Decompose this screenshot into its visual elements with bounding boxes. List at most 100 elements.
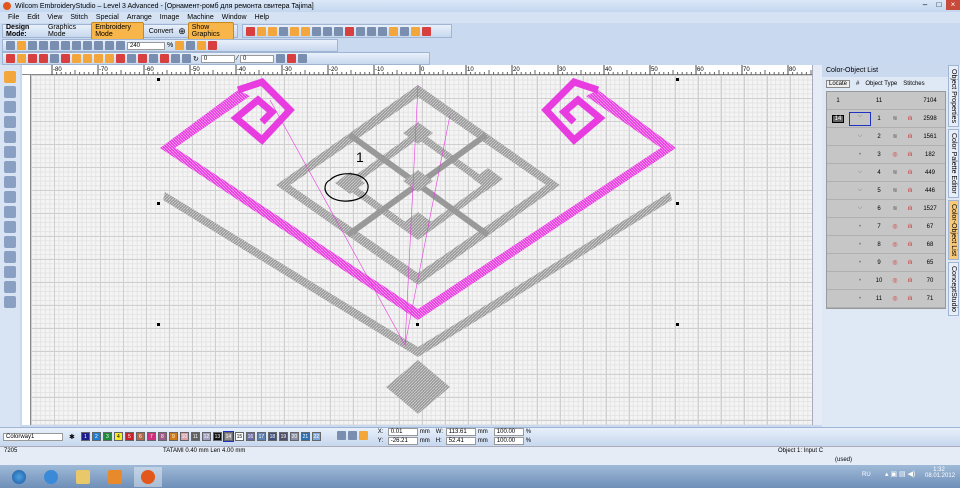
dots-icon[interactable] xyxy=(378,26,387,36)
width-percent-input[interactable]: 100.00 xyxy=(493,428,524,436)
satin-tool-icon[interactable] xyxy=(4,131,16,143)
tool-icon[interactable] xyxy=(301,26,310,36)
run-icon[interactable] xyxy=(279,26,288,36)
color-swatch-10[interactable]: 10 xyxy=(179,432,189,441)
object-row[interactable]: ⌵ 5 ≋ ılı 446 xyxy=(827,182,945,200)
design-canvas[interactable]: 1 xyxy=(31,75,812,425)
color-swatch-6[interactable]: 6 xyxy=(135,432,145,441)
tray-icons[interactable]: ▴ ▣ ▤ ◀) xyxy=(885,470,915,478)
copy-icon[interactable] xyxy=(72,41,81,50)
tool-icon[interactable] xyxy=(4,266,16,278)
grid-icon[interactable] xyxy=(312,26,321,36)
tool-icon[interactable] xyxy=(175,41,185,50)
object-row[interactable]: ⌵ 2 ≋ ılı 1561 xyxy=(827,128,945,146)
color-swatch-1[interactable]: 1 xyxy=(80,432,90,441)
tool-icon[interactable] xyxy=(367,26,376,36)
monogram-tool-icon[interactable] xyxy=(4,236,16,248)
tool-icon[interactable] xyxy=(345,26,354,36)
tab-object-properties[interactable]: Object Properties xyxy=(948,65,959,128)
select-tool-icon[interactable] xyxy=(4,71,16,83)
stitch-type-icon[interactable] xyxy=(138,54,147,63)
color-swatch-18[interactable]: 18 xyxy=(267,432,277,441)
x-input[interactable]: 0.01 xyxy=(387,428,418,436)
explorer-icon[interactable] xyxy=(70,467,96,487)
tab-conceptstudio[interactable]: ConceptStudio xyxy=(948,261,959,316)
color-swatch-11[interactable]: 11 xyxy=(190,432,200,441)
embroidery-mode-button[interactable]: Embroidery Mode xyxy=(91,22,144,40)
slant-icon[interactable]: ⁄ xyxy=(237,55,238,62)
tool-icon[interactable] xyxy=(290,26,299,36)
tool-icon[interactable] xyxy=(287,54,297,63)
color-swatch-8[interactable]: 8 xyxy=(157,432,167,441)
save-icon[interactable] xyxy=(28,41,37,50)
menu-stitch[interactable]: Stitch xyxy=(70,14,88,21)
close-button[interactable]: × xyxy=(946,0,960,10)
menu-view[interactable]: View xyxy=(47,14,62,21)
new-icon[interactable] xyxy=(6,41,15,50)
stitch-type-icon[interactable] xyxy=(39,54,48,63)
tool-icon[interactable] xyxy=(276,54,286,63)
show-graphics-button[interactable]: Show Graphics xyxy=(187,22,234,40)
tool-icon[interactable] xyxy=(298,54,308,63)
mirror-icon[interactable] xyxy=(171,54,180,63)
pen-tool-icon[interactable] xyxy=(4,101,16,113)
rotate-angle-input[interactable]: 0 xyxy=(200,54,235,63)
object-row[interactable]: • 8 ◎ ılı 68 xyxy=(827,236,945,254)
tool-icon[interactable] xyxy=(389,26,398,36)
fill-tool-icon[interactable] xyxy=(4,146,16,158)
color-swatch-16[interactable]: 16 xyxy=(245,432,255,441)
object-row[interactable]: • 9 ◎ ılı 65 xyxy=(827,254,945,272)
start-button[interactable] xyxy=(6,467,32,487)
tool-icon[interactable] xyxy=(356,26,365,36)
color-swatch-22[interactable]: 22 xyxy=(311,432,321,441)
paste-icon[interactable] xyxy=(83,41,92,50)
stitch-type-icon[interactable] xyxy=(116,54,125,63)
rectangle-tool-icon[interactable] xyxy=(4,176,16,188)
color-swatch-5[interactable]: 5 xyxy=(124,432,134,441)
tool-icon[interactable] xyxy=(347,431,357,440)
tool-icon[interactable] xyxy=(4,281,16,293)
cut-icon[interactable] xyxy=(61,41,70,50)
color-swatch-13[interactable]: 13 xyxy=(212,432,222,441)
color-block-badge[interactable]: 14 xyxy=(831,114,845,123)
print-icon[interactable] xyxy=(39,41,48,50)
locate-button[interactable]: Locate xyxy=(826,80,851,88)
reshape-tool-icon[interactable] xyxy=(4,86,16,98)
tool-icon[interactable] xyxy=(400,26,409,36)
tool-icon[interactable] xyxy=(358,431,368,440)
preview-icon[interactable] xyxy=(50,41,59,50)
embroiderystudio-task[interactable] xyxy=(134,466,162,487)
tab-color-object-list[interactable]: Color-Object List xyxy=(948,199,959,260)
color-swatch-21[interactable]: 21 xyxy=(300,432,310,441)
stitch-type-icon[interactable] xyxy=(50,54,59,63)
color-swatch-15[interactable]: 15 xyxy=(234,432,244,441)
redo-icon[interactable] xyxy=(105,41,114,50)
arc-tool-icon[interactable] xyxy=(4,206,16,218)
grid-icon[interactable] xyxy=(323,26,332,36)
object-row[interactable]: • 10 ◎ ılı 70 xyxy=(827,272,945,290)
zoom-icon[interactable] xyxy=(116,41,125,50)
color-swatch-9[interactable]: 9 xyxy=(168,432,178,441)
menu-image[interactable]: Image xyxy=(160,14,179,21)
vertical-scrollbar[interactable] xyxy=(812,65,822,425)
stitch-type-icon[interactable] xyxy=(17,54,26,63)
object-row[interactable]: 14 ⌵ 1 ≋ ılı 2598 xyxy=(827,110,945,128)
tool-icon[interactable] xyxy=(208,41,218,50)
stitch-type-icon[interactable] xyxy=(83,54,92,63)
colorway-select[interactable]: Colorway1 xyxy=(3,432,63,441)
y-input[interactable]: -26.21 xyxy=(387,437,418,445)
rotate-icon[interactable]: ↻ xyxy=(193,55,199,63)
object-row[interactable]: • 11 ◎ ılı 71 xyxy=(827,290,945,308)
menu-help[interactable]: Help xyxy=(255,14,269,21)
stitch-type-icon[interactable] xyxy=(6,54,15,63)
media-player-icon[interactable] xyxy=(102,467,128,487)
mirror-icon[interactable] xyxy=(182,54,191,63)
text-tool-icon[interactable] xyxy=(4,221,16,233)
menu-machine[interactable]: Machine xyxy=(187,14,213,21)
tool-icon[interactable] xyxy=(186,41,196,50)
color-swatch-2[interactable]: 2 xyxy=(91,432,101,441)
graphics-mode-button[interactable]: Graphics Mode xyxy=(45,23,89,39)
convert-button[interactable]: Convert xyxy=(146,27,177,36)
minimize-button[interactable]: – xyxy=(918,0,932,10)
open-icon[interactable] xyxy=(17,41,26,50)
